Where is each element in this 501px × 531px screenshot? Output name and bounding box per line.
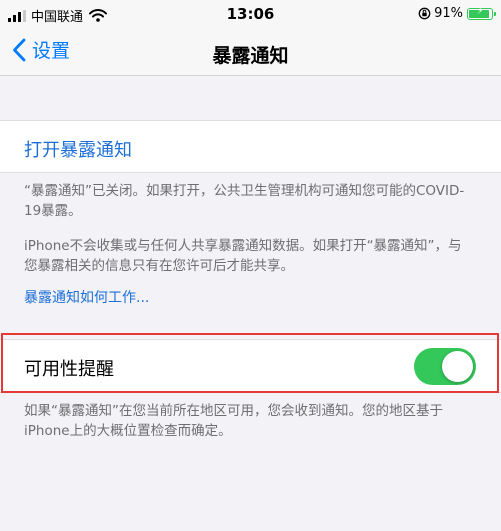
open-exposure-group: 打开暴露通知 xyxy=(0,120,501,173)
exposure-off-footer: “暴露通知”已关闭。如果打开，公共卫生管理机构可通知您可能的COVID-19暴露… xyxy=(24,181,474,221)
toggle-knob xyxy=(442,351,473,382)
battery-percent: 91% xyxy=(434,6,463,21)
page-title: 暴露通知 xyxy=(212,45,289,67)
footer-text-1: “暴露通知”已关闭。如果打开，公共卫生管理机构可通知您可能的COVID-19暴露… xyxy=(24,183,465,219)
status-right: 91% ⚡ xyxy=(418,5,496,21)
battery-icon: ⚡ xyxy=(467,5,496,20)
footer-text-2: iPhone不会收集或与任何人共享暴露通知数据。如果打开“暴露通知”，与您暴露相… xyxy=(24,238,462,274)
how-it-works-link[interactable]: 暴露通知如何工作... xyxy=(24,287,149,307)
privacy-footer: iPhone不会收集或与任何人共享暴露通知数据。如果打开“暴露通知”，与您暴露相… xyxy=(24,236,474,276)
status-bar: 中国联通 13:06 91% ⚡ xyxy=(0,0,501,30)
charging-bolt-icon: ⚡ xyxy=(476,5,484,17)
availability-group: 可用性提醒 xyxy=(0,339,501,393)
battery-tip xyxy=(494,11,496,16)
orientation-lock-icon xyxy=(418,7,431,20)
availability-alerts-toggle[interactable] xyxy=(414,348,476,385)
availability-footer: 如果“暴露通知”在您当前所在地区可用，您会收到通知。您的地区基于iPhone上的… xyxy=(24,401,474,441)
navigation-bar: 设置 暴露通知 xyxy=(0,30,501,76)
availability-alerts-label: 可用性提醒 xyxy=(24,359,114,380)
open-exposure-notifications-button[interactable]: 打开暴露通知 xyxy=(24,136,132,162)
footer-text-3: 如果“暴露通知”在您当前所在地区可用，您会收到通知。您的地区基于iPhone上的… xyxy=(24,403,443,439)
